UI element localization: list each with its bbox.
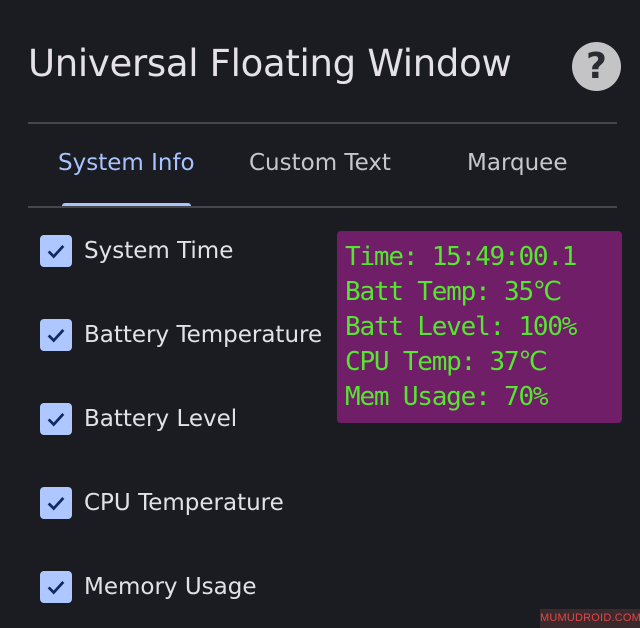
tab-marquee[interactable]: Marquee <box>467 150 567 176</box>
checkbox-checked[interactable] <box>40 571 72 603</box>
option-battery-temperature[interactable]: Battery Temperature <box>40 319 322 351</box>
preview-line-battery-level: Batt Level: 100% <box>345 312 577 342</box>
option-label: Battery Level <box>84 406 238 432</box>
preview-line-cpu-temp: CPU Temp: 37℃ <box>345 347 548 377</box>
preview-line-memory-usage: Mem Usage: 70% <box>345 382 549 412</box>
option-memory-usage[interactable]: Memory Usage <box>40 571 257 603</box>
preview-line-time: Time: 15:49:00.1 <box>345 242 577 272</box>
tab-system-info[interactable]: System Info <box>58 150 195 176</box>
tabs-divider <box>28 206 617 208</box>
checkmark-icon <box>47 413 65 427</box>
checkmark-icon <box>47 245 65 259</box>
app-screen: Universal Floating Window ? System Info … <box>0 0 640 628</box>
option-battery-level[interactable]: Battery Level <box>40 403 237 435</box>
checkmark-icon <box>47 497 65 511</box>
page-title: Universal Floating Window <box>28 42 512 85</box>
checkbox-checked[interactable] <box>40 235 72 267</box>
checkbox-checked[interactable] <box>40 487 72 519</box>
checkmark-icon <box>47 329 65 343</box>
watermark: MUMUDROID.COM <box>540 609 640 628</box>
option-label: System Time <box>84 238 234 264</box>
checkbox-checked[interactable] <box>40 403 72 435</box>
tab-custom-text[interactable]: Custom Text <box>249 150 391 176</box>
option-cpu-temperature[interactable]: CPU Temperature <box>40 487 284 519</box>
checkbox-checked[interactable] <box>40 319 72 351</box>
option-label: CPU Temperature <box>84 490 284 516</box>
option-label: Battery Temperature <box>84 322 323 348</box>
option-label: Memory Usage <box>84 574 257 600</box>
floating-window-preview[interactable]: Time: 15:49:00.1 Batt Temp: 35℃ Batt Lev… <box>337 231 622 423</box>
preview-line-battery-temp: Batt Temp: 35℃ <box>345 277 562 307</box>
question-mark-icon: ? <box>586 46 607 87</box>
checkmark-icon <box>47 581 65 595</box>
header-divider <box>28 122 617 124</box>
option-system-time[interactable]: System Time <box>40 235 233 267</box>
help-button[interactable]: ? <box>572 42 621 91</box>
